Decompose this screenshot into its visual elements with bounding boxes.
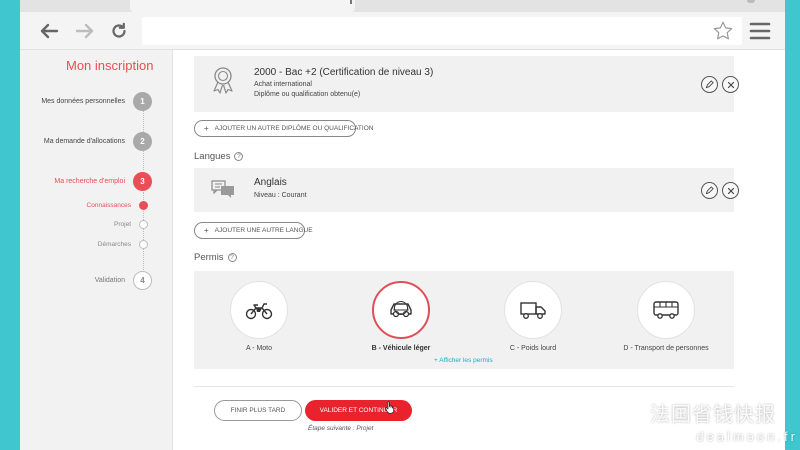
hand-cursor-icon <box>385 401 394 414</box>
permis-heading: Permis ? <box>194 252 237 263</box>
permis-title: Permis <box>194 252 224 263</box>
hamburger-menu-icon[interactable] <box>748 21 772 41</box>
address-bar[interactable] <box>142 17 742 45</box>
close-icon <box>727 81 734 88</box>
step-number: 3 <box>133 172 152 191</box>
diploma-title: 2000 - Bac +2 (Certification de niveau 3… <box>254 67 434 78</box>
award-ribbon-icon <box>213 67 233 94</box>
step-validation[interactable]: Validation 4 <box>95 271 152 290</box>
permis-option-label: B - Véhicule léger <box>371 345 431 352</box>
validate-continue-button[interactable]: VALIDER ET CONTINUER <box>305 400 412 421</box>
pencil-icon <box>705 80 714 89</box>
permis-option-circle[interactable] <box>504 281 562 339</box>
watermark-en: dealmoon.fr <box>696 429 798 444</box>
permis-option-label: A - Moto <box>245 345 273 352</box>
permis-option-b[interactable]: B - Véhicule léger <box>341 281 461 363</box>
permis-option-d[interactable]: D - Transport de personnes <box>606 281 726 363</box>
show-permis-link[interactable]: + Afficher les permis <box>434 357 493 364</box>
inscription-sidebar: Mon inscription Mes données personnelles… <box>20 50 173 450</box>
forward-button[interactable] <box>72 18 98 44</box>
langues-heading: Langues ? <box>194 151 244 162</box>
step-donnees-personnelles[interactable]: Mes données personnelles 1 <box>41 92 152 111</box>
substep-projet[interactable]: Projet <box>114 220 148 229</box>
tab-strip: | <box>20 0 785 12</box>
speech-bubbles-icon <box>211 180 234 198</box>
close-icon <box>727 187 734 194</box>
browser-tab[interactable] <box>130 0 355 12</box>
tab-mark: | <box>350 0 352 4</box>
step-recherche-emploi[interactable]: Ma recherche d'emploi 3 <box>54 172 152 191</box>
divider <box>194 386 734 387</box>
edit-language-button[interactable] <box>701 182 718 199</box>
step-label: Ma recherche d'emploi <box>54 178 125 185</box>
motorcycle-icon <box>245 303 273 320</box>
langues-title: Langues <box>194 151 231 162</box>
arrow-right-icon <box>75 23 94 39</box>
step-number: 4 <box>133 271 152 290</box>
step-label: Validation <box>94 277 125 284</box>
star-icon[interactable] <box>712 20 734 42</box>
substep-label: Connaissances <box>86 202 131 209</box>
permis-option-circle[interactable] <box>372 281 430 339</box>
arrow-left-icon <box>40 23 59 39</box>
permis-option-a[interactable]: A - Moto <box>199 281 319 363</box>
substep-dot <box>139 240 148 249</box>
edit-diploma-button[interactable] <box>701 76 718 93</box>
browser-toolbar <box>20 12 785 50</box>
help-icon[interactable]: ? <box>227 253 237 262</box>
permis-option-circle[interactable] <box>230 281 288 339</box>
substep-connaissances[interactable]: Connaissances <box>87 201 148 210</box>
permis-option-label: D - Transport de personnes <box>623 345 709 352</box>
language-card: Anglais Niveau : Courant <box>194 168 739 212</box>
step-number: 2 <box>133 132 152 151</box>
step-demande-allocations[interactable]: Ma demande d'allocations 2 <box>44 132 152 151</box>
delete-diploma-button[interactable] <box>722 76 739 93</box>
add-language-label: AJOUTER UNE AUTRE LANGUE <box>214 227 313 234</box>
car-icon <box>390 301 412 318</box>
substep-dot <box>139 220 148 229</box>
sidebar-title: Mon inscription <box>66 58 154 73</box>
substep-dot <box>139 201 148 210</box>
reload-button[interactable] <box>106 18 132 44</box>
permis-option-circle[interactable] <box>637 281 695 339</box>
help-icon[interactable]: ? <box>234 152 244 161</box>
add-diploma-button[interactable]: + AJOUTER UN AUTRE DIPLÔME OU QUALIFICAT… <box>194 120 373 137</box>
reload-icon <box>112 22 126 38</box>
diploma-field: Achat international <box>254 81 312 88</box>
step-label: Mes données personnelles <box>41 98 125 105</box>
back-button[interactable] <box>36 18 62 44</box>
step-label: Ma demande d'allocations <box>43 138 125 145</box>
pencil-icon <box>705 186 714 195</box>
add-language-button[interactable]: + AJOUTER UNE AUTRE LANGUE <box>194 222 313 239</box>
permis-option-c[interactable]: C - Poids lourd <box>473 281 593 363</box>
browser-window: | Mon inscription Mes données personnell… <box>20 0 785 450</box>
language-name: Anglais <box>254 177 287 188</box>
tab-strip-control[interactable] <box>747 0 755 3</box>
permis-option-label: C - Poids lourd <box>509 345 557 352</box>
finish-later-button[interactable]: FINIR PLUS TARD <box>214 400 302 421</box>
language-level: Niveau : Courant <box>254 192 307 199</box>
delete-language-button[interactable] <box>722 182 739 199</box>
main-content: 2000 - Bac +2 (Certification de niveau 3… <box>194 50 739 450</box>
plus-icon: + <box>204 226 209 235</box>
add-diploma-label: AJOUTER UN AUTRE DIPLÔME OU QUALIFICATIO… <box>214 125 374 132</box>
substep-label: Démarches <box>97 241 131 248</box>
permis-selector: A - Moto B - Véhicule léger C - Poids lo… <box>194 271 734 369</box>
dealmoon-watermark: 法国省钱快报 dealmoon.fr <box>650 398 798 444</box>
diploma-status: Diplôme ou qualification obtenu(e) <box>254 91 361 98</box>
truck-icon <box>520 302 546 319</box>
diploma-card: 2000 - Bac +2 (Certification de niveau 3… <box>194 56 739 112</box>
next-step-hint: Étape suivante : Projet <box>308 425 374 432</box>
plus-icon: + <box>204 124 209 133</box>
substep-demarches[interactable]: Démarches <box>98 240 148 249</box>
step-number: 1 <box>133 92 152 111</box>
bus-icon <box>653 301 679 319</box>
substep-label: Projet <box>114 221 131 228</box>
watermark-cn: 法国省钱快报 <box>650 402 776 426</box>
